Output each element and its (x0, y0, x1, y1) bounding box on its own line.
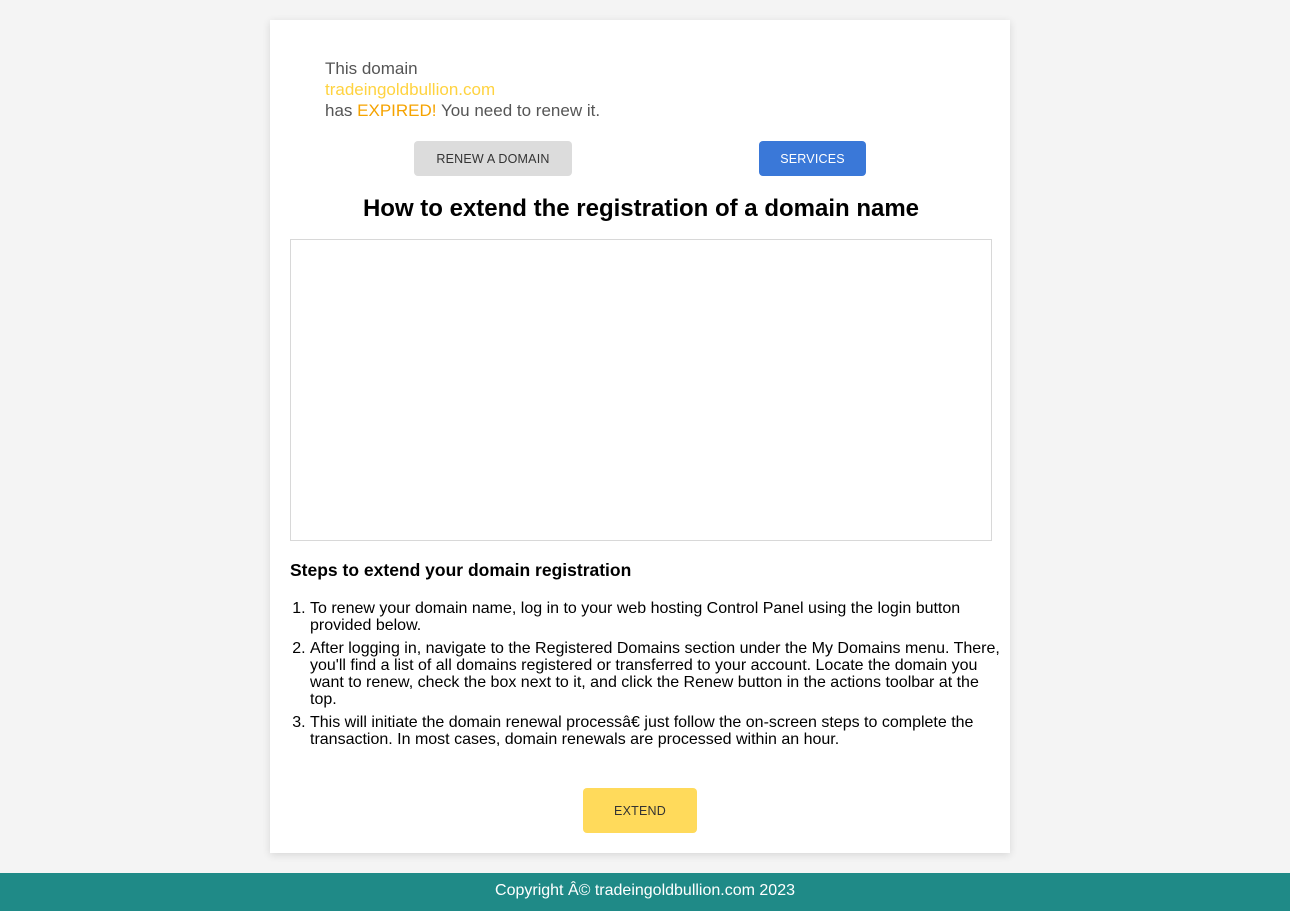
expired-label: EXPIRED! (357, 101, 437, 120)
expiry-notice: This domain tradeingoldbullion.com has E… (325, 58, 600, 121)
renew-domain-button[interactable]: RENEW A DOMAIN (414, 141, 572, 176)
services-button[interactable]: SERVICES (759, 141, 866, 176)
notice-line-3: has EXPIRED! You need to renew it. (325, 100, 600, 121)
video-embed[interactable] (290, 239, 992, 541)
step-item: This will initiate the domain renewal pr… (310, 714, 1000, 748)
main-card: This domain tradeingoldbullion.com has E… (270, 20, 1010, 853)
steps-list: To renew your domain name, log in to you… (310, 600, 1000, 754)
step-item: After logging in, navigate to the Regist… (310, 640, 1000, 708)
step-item: To renew your domain name, log in to you… (310, 600, 1000, 634)
extend-button[interactable]: EXTEND (583, 788, 697, 833)
footer: Copyright Â© tradeingoldbullion.com 2023 (0, 873, 1290, 911)
notice-has: has (325, 101, 353, 120)
domain-name: tradeingoldbullion.com (325, 80, 496, 99)
notice-line-1: This domain (325, 59, 418, 78)
steps-title: Steps to extend your domain registration (290, 560, 632, 580)
copyright-text: Copyright Â© tradeingoldbullion.com 2023 (495, 882, 795, 899)
notice-tail: You need to renew it. (440, 101, 601, 120)
page-heading: How to extend the registration of a doma… (362, 195, 920, 222)
